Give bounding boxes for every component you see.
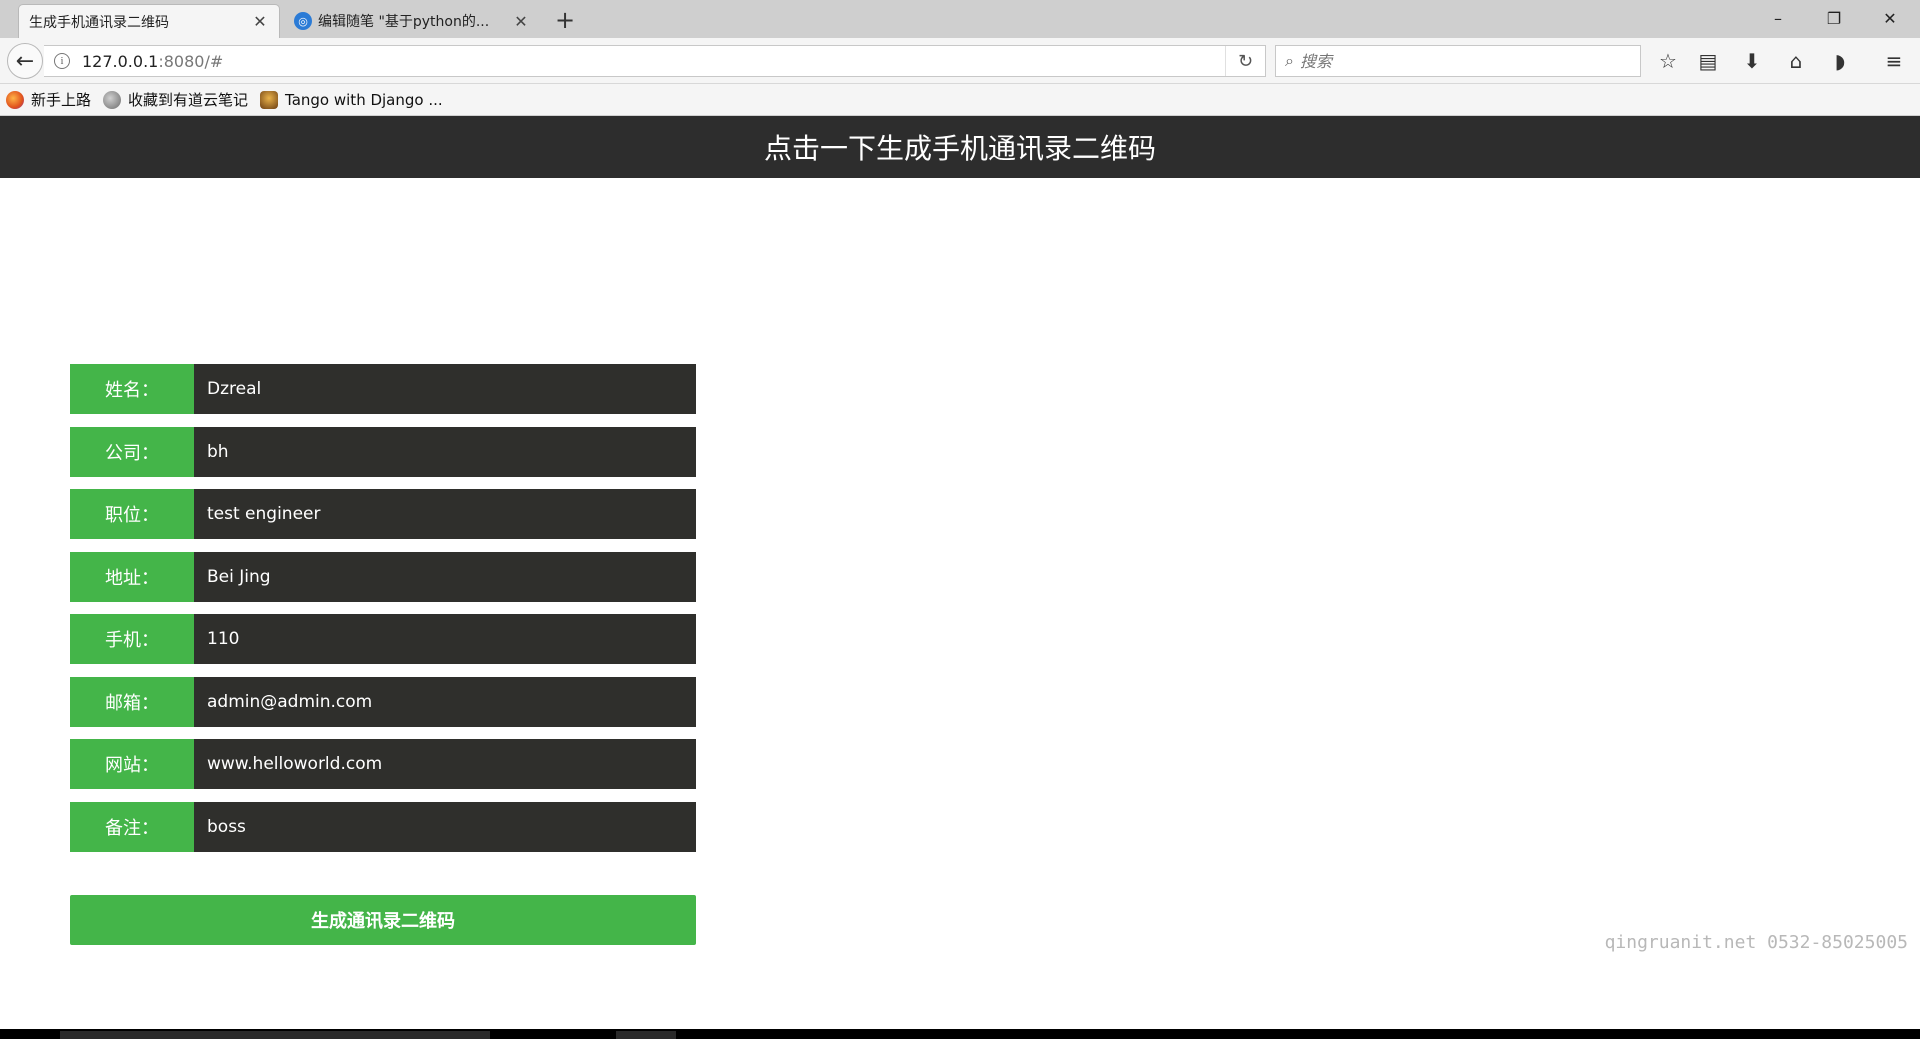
search-input[interactable]	[1299, 51, 1600, 71]
field-label: 职位：	[70, 489, 194, 539]
library-icon[interactable]: ▤	[1694, 47, 1722, 75]
taskbar-item[interactable]	[616, 1031, 676, 1039]
note-input[interactable]	[194, 801, 696, 852]
field-label: 手机：	[70, 614, 194, 664]
bookmark-tango-django[interactable]: Tango with Django ...	[260, 90, 443, 109]
address-input[interactable]	[194, 551, 696, 602]
tab-qrcode[interactable]: 生成手机通讯录二维码 ✕	[18, 4, 280, 38]
tab-bar: 生成手机通讯录二维码 ✕ ◎ 编辑随笔 "基于python的... ✕ + – …	[0, 0, 1920, 38]
field-note-row: 备注：	[70, 801, 696, 852]
company-input[interactable]	[194, 426, 696, 477]
field-phone-row: 手机：	[70, 614, 696, 664]
info-icon[interactable]: i	[54, 53, 70, 69]
field-title-row: 职位：	[70, 489, 696, 539]
bookmark-getting-started[interactable]: 新手上路	[6, 89, 91, 110]
field-address-row: 地址：	[70, 551, 696, 602]
back-arrow-icon[interactable]: ←	[7, 43, 43, 79]
url-path: :8080/#	[158, 51, 224, 71]
tab-label: 编辑随笔 "基于python的...	[318, 14, 490, 30]
blog-favicon-icon: ◎	[294, 12, 312, 30]
restore-icon[interactable]: ❐	[1812, 4, 1856, 32]
close-tab-icon[interactable]: ✕	[251, 12, 269, 31]
bookmarks-toolbar: 新手上路 收藏到有道云笔记 Tango with Django ...	[0, 84, 1920, 116]
field-website-row: 网站：	[70, 739, 696, 789]
page-title: 点击一下生成手机通讯录二维码	[763, 132, 1156, 165]
menu-icon[interactable]: ≡	[1880, 47, 1908, 75]
minimize-icon[interactable]: –	[1756, 4, 1800, 32]
django-icon	[260, 90, 279, 109]
firefox-icon	[6, 90, 24, 109]
field-label: 公司：	[70, 426, 194, 477]
name-input[interactable]	[194, 364, 696, 414]
search-icon: ⌕	[1285, 51, 1294, 70]
website-input[interactable]	[194, 739, 696, 789]
field-email-row: 邮箱：	[70, 676, 696, 727]
os-taskbar	[0, 1029, 1920, 1039]
field-label: 姓名：	[70, 364, 194, 414]
star-icon[interactable]: ☆	[1654, 47, 1682, 75]
field-name-row: 姓名：	[70, 364, 696, 414]
job-title-input[interactable]	[194, 489, 696, 539]
email-input[interactable]	[194, 676, 696, 727]
bookmark-youdao-note[interactable]: 收藏到有道云笔记	[103, 89, 248, 110]
taskbar-item[interactable]	[60, 1031, 490, 1039]
url-text[interactable]: 127.0.0.1:8080/#	[82, 52, 1225, 71]
tab-label: 生成手机通讯录二维码	[29, 14, 169, 31]
bookmark-label: 收藏到有道云笔记	[128, 91, 249, 109]
navigation-bar: ← i 127.0.0.1:8080/# ↻ ⌕ ☆ ▤ ⬇ ⌂ ◗ ≡	[0, 38, 1920, 84]
download-icon[interactable]: ⬇	[1738, 47, 1766, 75]
close-window-icon[interactable]: ✕	[1868, 4, 1912, 32]
globe-icon	[103, 90, 122, 109]
close-tab-icon[interactable]: ✕	[512, 12, 530, 31]
contact-form: 姓名： 公司： 职位： 地址： 手机： 邮箱： 网站： 备注：	[70, 364, 696, 864]
bookmark-label: 新手上路	[31, 91, 92, 109]
phone-input[interactable]	[194, 614, 696, 664]
url-bar[interactable]: i 127.0.0.1:8080/# ↻	[44, 45, 1266, 77]
field-company-row: 公司：	[70, 426, 696, 477]
field-label: 邮箱：	[70, 676, 194, 727]
reload-icon[interactable]: ↻	[1225, 46, 1265, 76]
generate-qrcode-button[interactable]: 生成通讯录二维码	[70, 895, 696, 945]
url-host: 127.0.0.1	[82, 51, 159, 71]
new-tab-button[interactable]: +	[552, 8, 578, 34]
tab-edit-post[interactable]: ◎ 编辑随笔 "基于python的... ✕	[284, 4, 540, 38]
watermark: qingruanit.net 0532-85025005	[1604, 932, 1908, 953]
field-label: 备注：	[70, 801, 194, 852]
pocket-icon[interactable]: ◗	[1826, 47, 1854, 75]
home-icon[interactable]: ⌂	[1782, 47, 1810, 75]
search-bar[interactable]: ⌕	[1275, 45, 1641, 77]
field-label: 地址：	[70, 551, 194, 602]
bookmark-label: Tango with Django ...	[285, 90, 443, 109]
field-label: 网站：	[70, 739, 194, 789]
page-header: 点击一下生成手机通讯录二维码	[0, 116, 1920, 178]
